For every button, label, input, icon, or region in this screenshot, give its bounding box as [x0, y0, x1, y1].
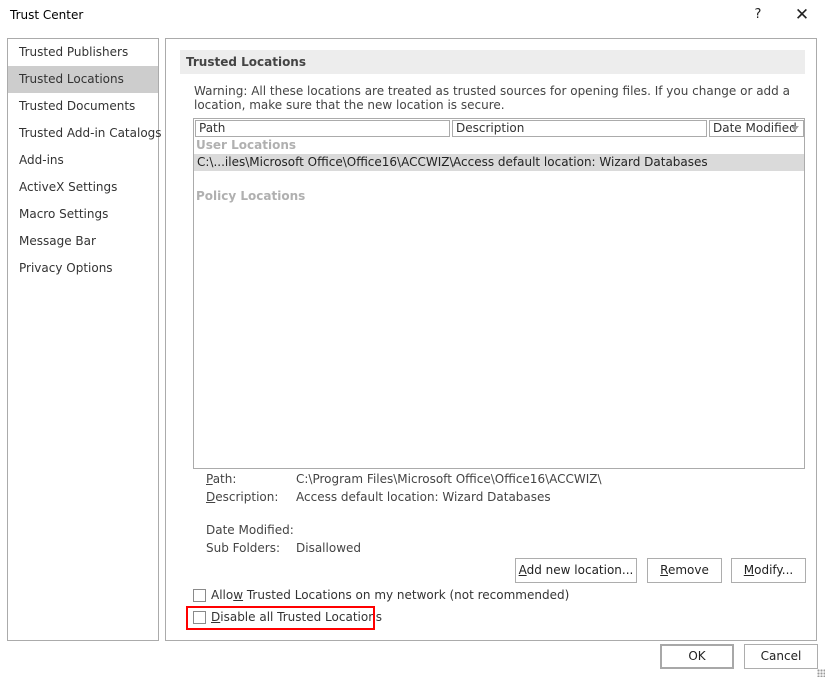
- sort-arrow-icon: [791, 126, 799, 131]
- sidebar-item-trusted-publishers[interactable]: Trusted Publishers: [8, 39, 158, 66]
- section-title: Trusted Locations: [180, 50, 805, 74]
- column-header-date-modified-label: Date Modified: [713, 121, 797, 135]
- group-policy-locations: Policy Locations: [196, 189, 306, 203]
- table-row[interactable]: C:\...iles\Microsoft Office\Office16\ACC…: [194, 154, 804, 171]
- detail-path-label: Path:: [206, 472, 237, 486]
- column-header-path[interactable]: Path: [195, 120, 450, 137]
- disable-all-trusted-locations-label: Disable all Trusted Locations: [211, 610, 383, 624]
- main-panel: Trusted Locations Warning: All these loc…: [165, 38, 817, 641]
- detail-description-value: Access default location: Wizard Database…: [296, 490, 551, 504]
- allow-network-locations-option[interactable]: Allow Trusted Locations on my network (n…: [193, 587, 569, 605]
- disable-all-trusted-locations-option[interactable]: Disable all Trusted Locations: [193, 609, 383, 627]
- detail-path-value: C:\Program Files\Microsoft Office\Office…: [296, 472, 602, 486]
- detail-sub-folders-value: Disallowed: [296, 541, 362, 555]
- allow-network-locations-label: Allow Trusted Locations on my network (n…: [211, 588, 570, 602]
- column-header-date-modified[interactable]: Date Modified: [709, 120, 804, 137]
- sidebar: Trusted Publishers Trusted Locations Tru…: [7, 38, 162, 641]
- disable-all-trusted-locations-checkbox[interactable]: [193, 611, 206, 624]
- add-new-location-button[interactable]: Add new location...: [515, 558, 637, 583]
- window-title: Trust Center: [10, 8, 84, 22]
- ok-button[interactable]: OK: [660, 644, 734, 669]
- warning-text: Warning: All these locations are treated…: [194, 84, 790, 112]
- modify-button[interactable]: Modify...: [731, 558, 806, 583]
- cancel-button[interactable]: Cancel: [744, 644, 818, 669]
- row-path: C:\...iles\Microsoft Office\Office16\ACC…: [197, 155, 454, 169]
- sidebar-item-message-bar[interactable]: Message Bar: [8, 228, 158, 255]
- allow-network-locations-checkbox[interactable]: [193, 589, 206, 602]
- resize-grip-icon[interactable]: [817, 669, 825, 677]
- column-header-description[interactable]: Description: [452, 120, 707, 137]
- title-bar: Trust Center ? ✕: [0, 0, 826, 30]
- row-description: Access default location: Wizard Database…: [453, 155, 708, 169]
- sidebar-item-privacy-options[interactable]: Privacy Options: [8, 255, 158, 282]
- remove-button[interactable]: Remove: [647, 558, 722, 583]
- detail-date-modified-label: Date Modified:: [206, 523, 294, 537]
- trusted-locations-list[interactable]: Path Description Date Modified User Loca…: [193, 118, 805, 469]
- sidebar-item-macro-settings[interactable]: Macro Settings: [8, 201, 158, 228]
- group-user-locations: User Locations: [196, 138, 297, 152]
- sidebar-item-trusted-add-in-catalogs[interactable]: Trusted Add-in Catalogs: [8, 120, 162, 147]
- sidebar-item-add-ins[interactable]: Add-ins: [8, 147, 158, 174]
- sidebar-item-trusted-documents[interactable]: Trusted Documents: [8, 93, 158, 120]
- help-button[interactable]: ?: [748, 4, 768, 26]
- detail-description-label: Description:: [206, 490, 279, 504]
- close-icon[interactable]: ✕: [788, 4, 816, 26]
- sidebar-item-activex-settings[interactable]: ActiveX Settings: [8, 174, 158, 201]
- detail-sub-folders-label: Sub Folders:: [206, 541, 281, 555]
- sidebar-item-trusted-locations[interactable]: Trusted Locations: [8, 66, 158, 93]
